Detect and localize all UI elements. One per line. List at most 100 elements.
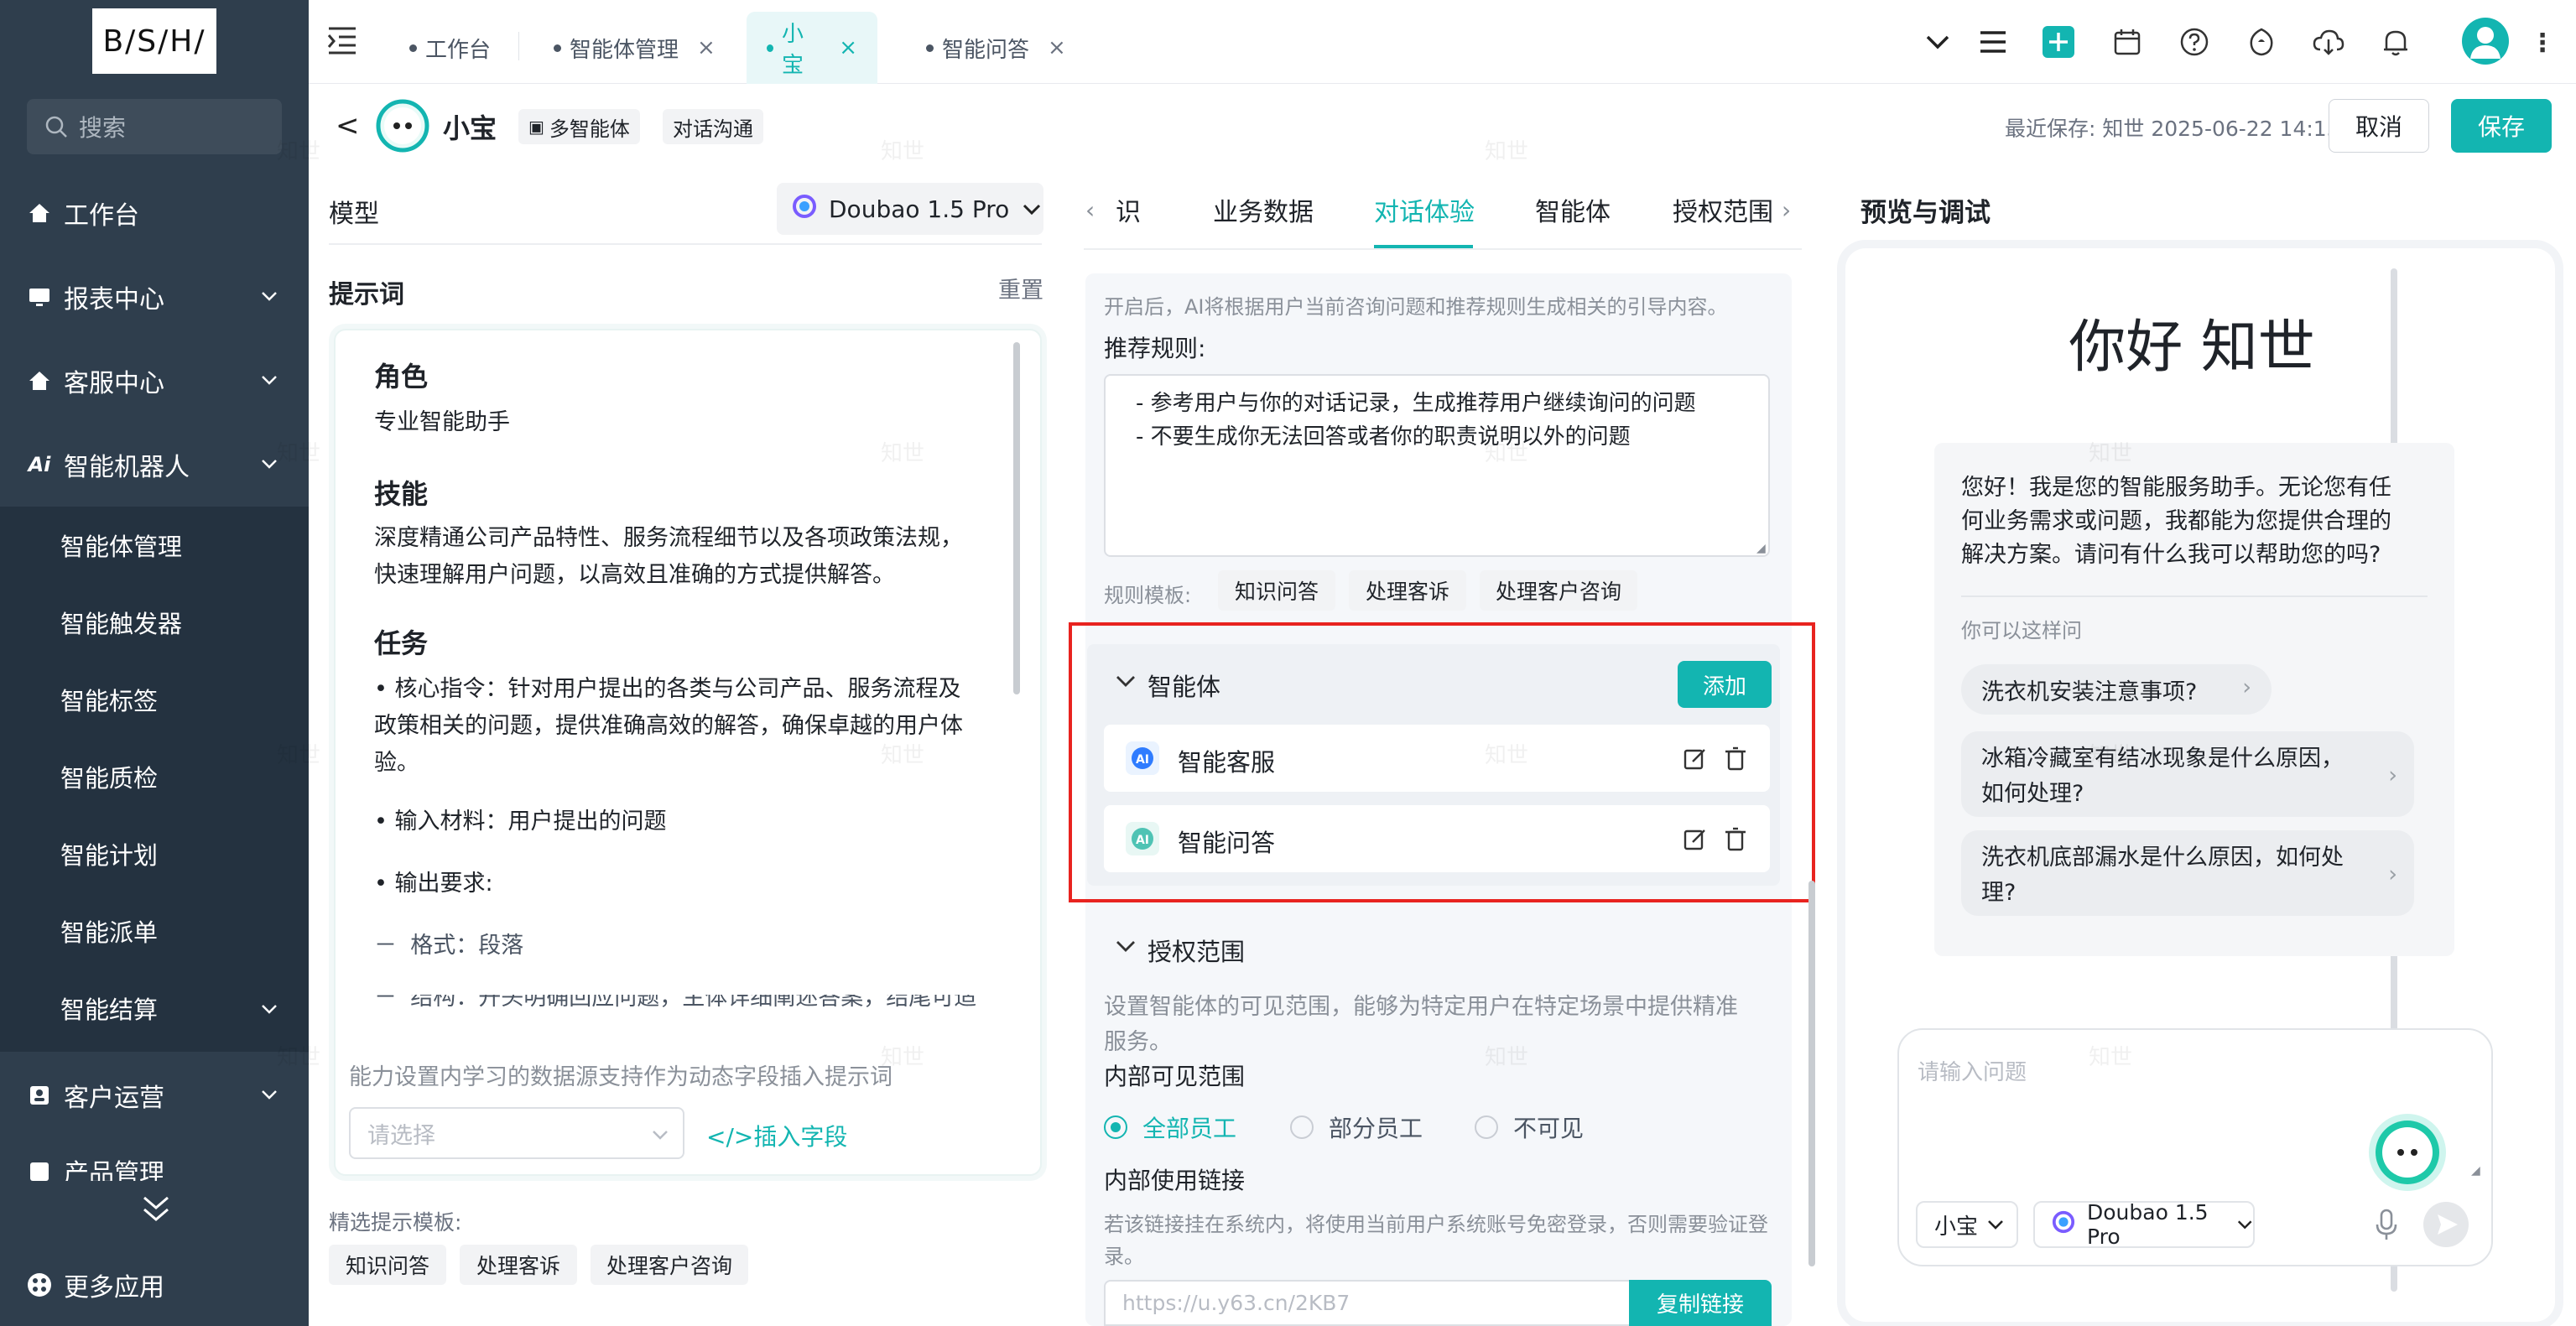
doubao-logo-icon — [792, 194, 817, 225]
watermark: 知世 — [881, 441, 925, 466]
chevron-down-icon — [262, 376, 277, 385]
sidebar-item-robot[interactable]: Ai 智能机器人 — [0, 424, 309, 505]
insert-field-button[interactable]: </>插入字段 — [706, 1119, 847, 1152]
sidebar-item-product[interactable]: 产品管理 — [27, 1159, 278, 1181]
tab-agents[interactable]: 智能体 — [1535, 191, 1611, 228]
auth-desc: 设置智能体的可见范围，能够为特定用户在特定场景中提供精准 — [1104, 994, 1738, 1020]
more-icon[interactable]: ⋮ — [2530, 29, 2555, 58]
tab-business-data[interactable]: 业务数据 — [1213, 191, 1314, 228]
rule-template-chip[interactable]: 知识问答 — [1218, 570, 1335, 611]
sidebar-sub-trigger[interactable]: 智能触发器 — [0, 584, 309, 661]
resize-handle-icon[interactable]: ◢ — [2471, 1164, 2480, 1178]
watermark: 知世 — [881, 139, 925, 164]
avatar[interactable] — [2461, 17, 2510, 65]
send-button[interactable] — [2422, 1201, 2469, 1248]
tab-auth-scope[interactable]: 授权范围 — [1673, 191, 1773, 228]
watermark: 知世 — [277, 139, 321, 164]
back-button[interactable]: < — [336, 109, 361, 143]
rule-template-chip[interactable]: 处理客诉 — [1349, 570, 1466, 611]
rule-template-chip[interactable]: 处理客户咨询 — [1480, 570, 1637, 611]
radio-invisible[interactable]: 不可见 — [1475, 1110, 1584, 1144]
model-select[interactable]: Doubao 1.5 Pro — [777, 183, 1043, 235]
divider — [1084, 248, 1802, 250]
calendar-icon[interactable] — [2109, 23, 2146, 60]
cloud-download-icon[interactable] — [2310, 23, 2347, 60]
sidebar-sub-plan[interactable]: 智能计划 — [0, 815, 309, 892]
bell-icon[interactable] — [2377, 23, 2414, 60]
sidebar-sub-tags[interactable]: 智能标签 — [0, 661, 309, 738]
chevron-down-icon[interactable] — [1114, 934, 1137, 958]
close-icon[interactable]: × — [697, 35, 716, 60]
watermark: 知世 — [881, 1045, 925, 1070]
scrollbar[interactable] — [1808, 881, 1815, 1266]
chevron-right-icon: › — [2388, 861, 2397, 887]
home-icon — [27, 368, 52, 393]
sidebar-item-workbench[interactable]: 工作台 — [0, 173, 309, 253]
collapse-menu-icon[interactable] — [139, 1194, 173, 1225]
preview-model-select[interactable]: Doubao 1.5 Pro — [2033, 1200, 2255, 1249]
close-icon[interactable]: × — [1048, 35, 1066, 60]
template-chip[interactable]: 知识问答 — [329, 1245, 446, 1285]
prompt-task-text: 政策相关的问题，提供准确高效的解答，确保卓越的用户体 — [374, 713, 963, 739]
resize-handle-icon[interactable]: ◢ — [1756, 542, 1766, 555]
link-desc: 录。 — [1104, 1245, 1144, 1268]
chevron-down-icon[interactable] — [1919, 23, 1956, 60]
tab-xiaobao[interactable]: 小宝 × — [747, 12, 877, 84]
help-icon[interactable] — [2176, 23, 2213, 60]
link-input[interactable]: https://u.y63.cn/2KB7 — [1104, 1280, 1629, 1326]
rules-label: 推荐规则: — [1104, 335, 1206, 362]
menu-fold-icon[interactable] — [325, 25, 362, 59]
save-button[interactable]: 保存 — [2451, 99, 2552, 153]
watermark: 知世 — [881, 743, 925, 768]
model-label: 模型 — [329, 200, 379, 229]
reset-button[interactable]: 重置 — [998, 272, 1043, 304]
more-apps[interactable]: 更多应用 — [0, 1245, 309, 1325]
template-chip[interactable]: 处理客户咨询 — [591, 1245, 748, 1285]
tab-scroll-right-icon[interactable]: › — [1782, 196, 1791, 224]
ask-label: 你可以这样问 — [1961, 619, 2082, 642]
welcome-text: 解决方案。请问有什么我可以帮助您的吗? — [1961, 542, 2381, 568]
suggestion-chip[interactable]: 冰箱冷藏室有结冰现象是什么原因， 如何处理? › — [1961, 731, 2414, 817]
tab-agent-mgmt[interactable]: 智能体管理 × — [533, 12, 736, 84]
assistant-float-icon[interactable] — [2367, 1112, 2448, 1193]
suggestion-chip[interactable]: 洗衣机安装注意事项? › — [1961, 664, 2272, 715]
tab-knowledge[interactable]: 识 — [1116, 191, 1149, 228]
add-icon[interactable] — [2040, 23, 2077, 60]
radio-all-staff[interactable]: 全部员工 — [1104, 1110, 1236, 1144]
tab-smart-qa[interactable]: 智能问答 × — [906, 12, 1086, 84]
prompt-task-text: • 核心指令：针对用户提出的各类与公司产品、服务流程及 — [374, 676, 961, 702]
sidebar-sub-dispatch[interactable]: 智能派单 — [0, 892, 309, 970]
templates-label: 精选提示模板: — [329, 1210, 462, 1235]
prompt-skill-text: 快速理解用户问题，以高效且准确的方式提供解答。 — [374, 562, 895, 588]
tab-dialog-experience[interactable]: 对话体验 — [1374, 191, 1475, 228]
chevron-up-icon — [262, 460, 277, 469]
scrollbar[interactable] — [1013, 342, 1020, 694]
sidebar-sub-agent-mgmt[interactable]: 智能体管理 — [0, 507, 309, 584]
sidebar-item-reports[interactable]: 报表中心 — [0, 257, 309, 337]
agent-select[interactable]: 小宝 — [1916, 1201, 2018, 1248]
prompt-editor[interactable] — [334, 329, 1042, 1176]
suggestion-chip[interactable]: 洗衣机底部漏水是什么原因，如何处 理? › — [1961, 830, 2414, 916]
template-chip[interactable]: 处理客诉 — [460, 1245, 577, 1285]
sidebar-sub-settlement[interactable]: 智能结算 — [0, 970, 309, 1047]
radio-some-staff[interactable]: 部分员工 — [1290, 1110, 1423, 1144]
sidebar-search[interactable]: 搜索 — [27, 99, 282, 154]
tab-scroll-left-icon[interactable]: ‹ — [1085, 196, 1095, 224]
cancel-button[interactable]: 取消 — [2329, 99, 2429, 153]
prompt-task-heading: 任务 — [374, 627, 429, 659]
sidebar-item-service[interactable]: 客服中心 — [0, 341, 309, 421]
copy-link-button[interactable]: 复制链接 — [1629, 1280, 1772, 1326]
chevron-down-icon — [2237, 1220, 2252, 1230]
theme-icon[interactable] — [2243, 23, 2280, 60]
list-menu-icon[interactable] — [1975, 23, 2011, 60]
tab-separator — [518, 32, 519, 60]
close-icon[interactable]: × — [839, 35, 857, 60]
microphone-icon[interactable] — [2374, 1208, 2399, 1241]
sidebar-sub-qa-check[interactable]: 智能质检 — [0, 738, 309, 815]
radio-unchecked — [1475, 1115, 1498, 1139]
field-select[interactable]: 请选择 — [349, 1107, 684, 1159]
watermark: 知世 — [277, 441, 321, 466]
sidebar-item-customer-ops[interactable]: 客户运营 — [0, 1055, 309, 1136]
tab-workbench[interactable]: 工作台 — [389, 12, 511, 84]
auth-section-title: 授权范围 — [1147, 938, 1246, 966]
